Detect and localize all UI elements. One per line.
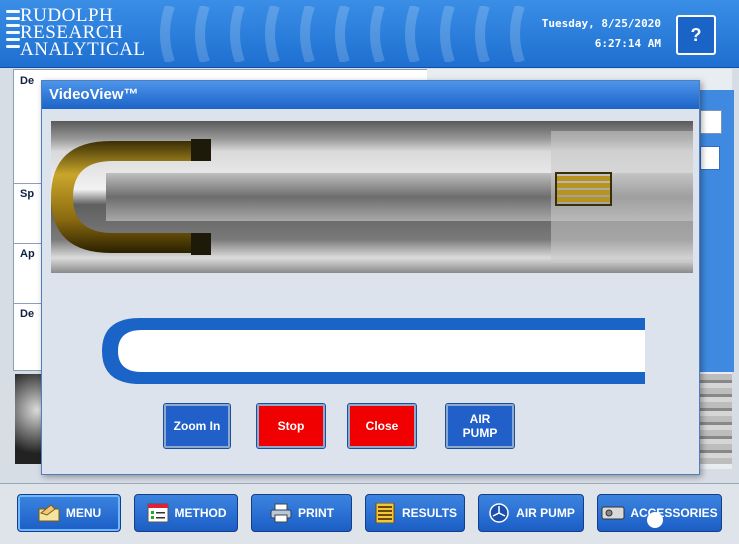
menu-label: MENU — [65, 506, 102, 520]
air-pump-button[interactable]: AIR PUMP — [478, 494, 584, 532]
checklist-icon — [147, 503, 168, 523]
results-label: RESULTS — [401, 506, 458, 520]
row-label: De — [20, 308, 35, 320]
cell-image — [700, 374, 732, 464]
accessories-label: ACCESSORIES — [630, 506, 718, 520]
print-label: PRINT — [298, 506, 334, 520]
method-label: METHOD — [174, 506, 227, 520]
row-label: Sp — [20, 188, 35, 200]
row-label: Ap — [20, 248, 35, 260]
touch-cursor-icon — [647, 512, 663, 528]
progress-bar — [102, 318, 645, 384]
print-button[interactable]: PRINT — [251, 494, 352, 532]
sample-image — [15, 374, 43, 464]
results-sheet-icon — [375, 503, 395, 523]
fan-icon — [489, 503, 509, 523]
air-pump-label: AIR PUMP — [516, 506, 575, 520]
wave-watermark-icon — [160, 6, 525, 62]
dialog-title: VideoView™ — [49, 86, 139, 103]
dialog-titlebar: VideoView™ — [42, 81, 699, 109]
right-field[interactable] — [700, 146, 720, 170]
datetime-display: Tuesday, 8/25/2020 6:27:14 AM — [542, 14, 661, 54]
zoom-in-button[interactable]: Zoom In — [163, 403, 231, 449]
method-button[interactable]: METHOD — [134, 494, 238, 532]
close-button[interactable]: Close — [347, 403, 417, 449]
help-button[interactable]: ? — [676, 15, 716, 55]
row-label: De — [20, 75, 35, 87]
accessory-device-icon — [601, 506, 625, 520]
logo-mark-icon — [6, 10, 20, 54]
menu-button[interactable]: MENU — [17, 494, 121, 532]
results-button[interactable]: RESULTS — [365, 494, 465, 532]
time-text: 6:27:14 AM — [594, 37, 661, 50]
logo-line: ANALYTICAL — [20, 39, 146, 60]
right-field[interactable] — [700, 110, 722, 134]
date-text: Tuesday, 8/25/2020 — [541, 17, 661, 30]
company-logo: RUDOLPH RESEARCH ANALYTICAL — [20, 6, 146, 60]
stop-button[interactable]: Stop — [256, 403, 326, 449]
printer-icon — [270, 503, 292, 523]
hand-pointer-icon — [38, 504, 60, 522]
video-feed — [51, 121, 693, 273]
videoview-dialog: VideoView™ Zoom In Stop Close AIR PUMP — [41, 80, 700, 475]
air-pump-dialog-button[interactable]: AIR PUMP — [445, 403, 515, 449]
